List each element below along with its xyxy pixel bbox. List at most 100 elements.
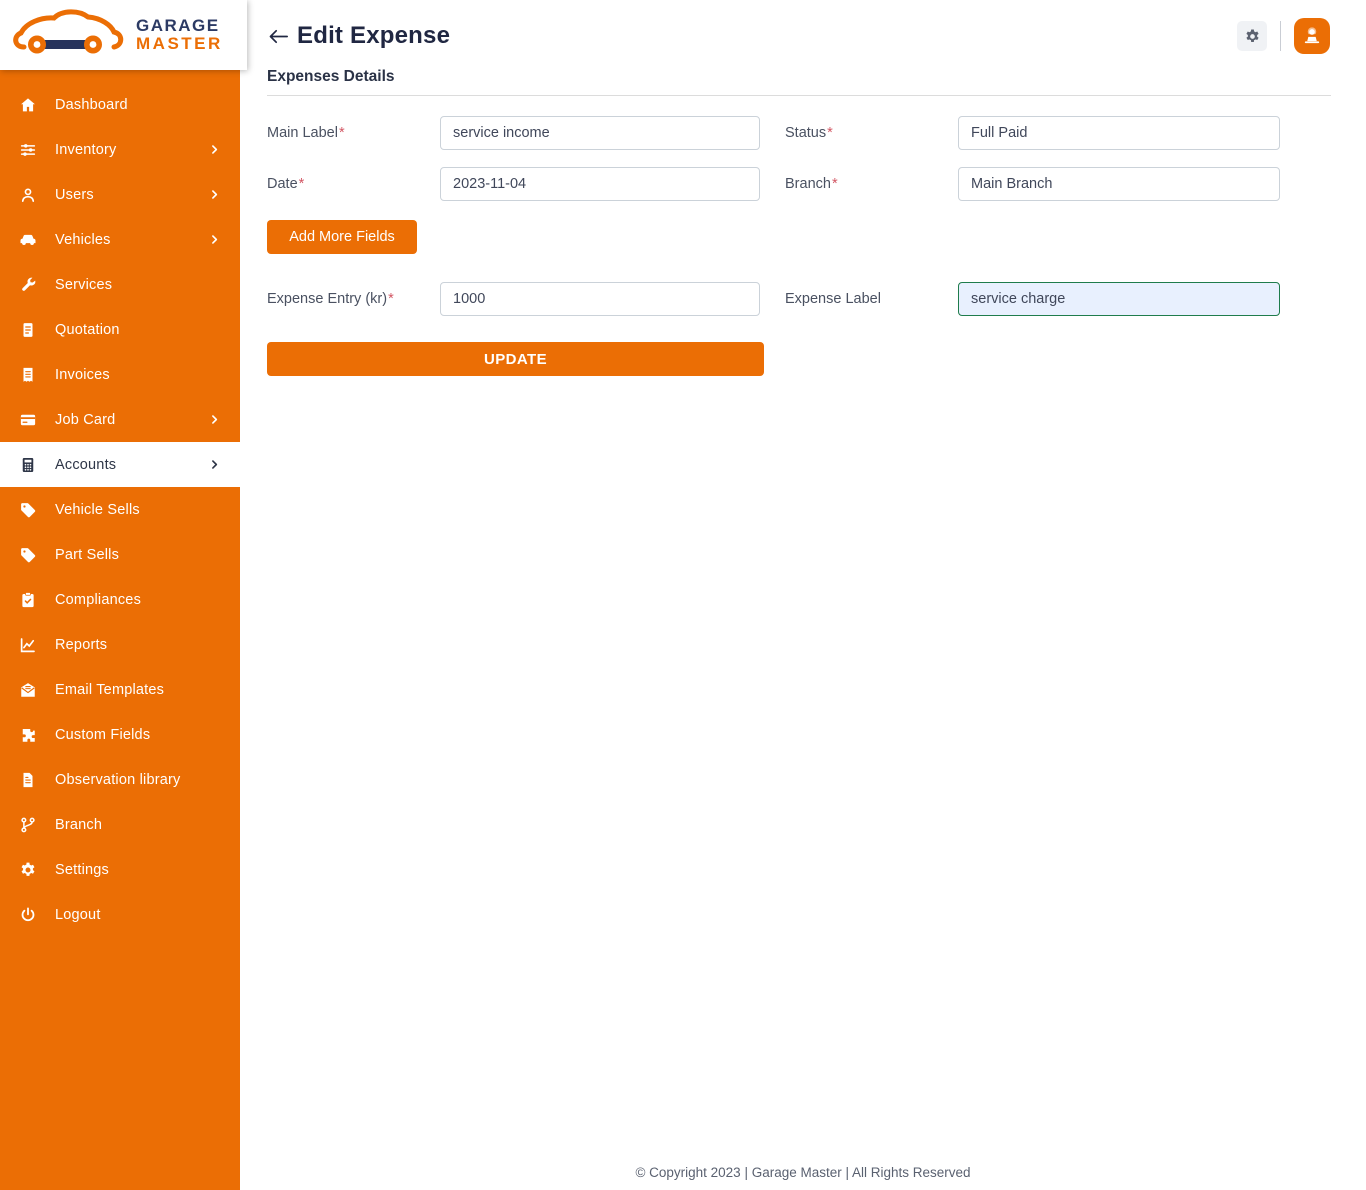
date-label: Date*	[267, 176, 305, 192]
sidebar-item-vehicle-sells[interactable]: Vehicle Sells	[0, 487, 240, 532]
sidebar-item-label: Dashboard	[55, 96, 128, 113]
chevron-right-icon	[207, 414, 220, 425]
sidebar-item-label: Accounts	[55, 456, 117, 473]
required-mark: *	[831, 176, 838, 192]
settings-button[interactable]	[1237, 21, 1267, 51]
sidebar-item-branch[interactable]: Branch	[0, 802, 240, 847]
status-label: Status*	[785, 125, 833, 141]
required-mark: *	[827, 125, 833, 141]
sidebar-item-email-templates[interactable]: Email Templates	[0, 667, 240, 712]
sidebar-item-label: Vehicles	[55, 231, 111, 248]
wrench-icon	[16, 276, 40, 294]
sidebar-nav: Dashboard Inventory Users Vehicles Servi…	[0, 0, 240, 937]
sliders-icon	[16, 141, 40, 159]
expense-form-top: Main Label* Status* Date* Branch*	[267, 116, 1366, 201]
sidebar-item-dashboard[interactable]: Dashboard	[0, 82, 240, 127]
sidebar-item-compliances[interactable]: Compliances	[0, 577, 240, 622]
tag-icon	[16, 501, 40, 519]
sidebar-item-label: Services	[55, 276, 113, 293]
add-more-fields-button[interactable]: Add More Fields	[267, 220, 417, 254]
sidebar-item-settings[interactable]: Settings	[0, 847, 240, 892]
sidebar-item-services[interactable]: Services	[0, 262, 240, 307]
puzzle-icon	[16, 726, 40, 744]
sidebar-item-quotation[interactable]: Quotation	[0, 307, 240, 352]
sidebar-item-label: Users	[55, 186, 94, 203]
sidebar-item-label: Observation library	[55, 771, 181, 788]
sidebar: Dashboard Inventory Users Vehicles Servi…	[0, 0, 240, 1190]
sidebar-item-reports[interactable]: Reports	[0, 622, 240, 667]
file-icon	[16, 771, 40, 789]
gear-icon	[16, 861, 40, 879]
sidebar-item-label: Inventory	[55, 141, 117, 158]
person-at-desk-icon	[1301, 25, 1323, 47]
brand-name-top: GARAGE	[136, 16, 220, 36]
clipboard-check-icon	[16, 591, 40, 609]
status-input[interactable]	[958, 116, 1280, 150]
main-content: Edit Expense Expenses Details Main Label…	[240, 0, 1366, 1190]
expense-form-bottom: Expense Entry (kr)* Expense Label	[267, 282, 1366, 316]
brand-name: GARAGE MASTER	[136, 17, 223, 53]
sidebar-item-accounts[interactable]: Accounts	[0, 442, 240, 487]
sidebar-item-label: Branch	[55, 816, 103, 833]
topbar: Edit Expense	[240, 0, 1366, 54]
chevron-right-icon	[207, 189, 220, 200]
main-label-label: Main Label*	[267, 125, 345, 141]
sidebar-item-custom-fields[interactable]: Custom Fields	[0, 712, 240, 757]
footer-copyright: © Copyright 2023 | Garage Master | All R…	[635, 1165, 971, 1180]
tag-icon	[16, 546, 40, 564]
expense-label-input[interactable]	[958, 282, 1280, 316]
sidebar-item-label: Logout	[55, 906, 101, 923]
sidebar-item-observation-library[interactable]: Observation library	[0, 757, 240, 802]
page-title: Edit Expense	[297, 22, 451, 49]
git-branch-icon	[16, 816, 40, 834]
page-head: Edit Expense	[267, 22, 450, 50]
sidebar-item-logout[interactable]: Logout	[0, 892, 240, 937]
sidebar-item-label: Reports	[55, 636, 108, 653]
back-arrow-icon[interactable]	[267, 26, 288, 47]
home-icon	[16, 96, 40, 114]
power-icon	[16, 906, 40, 924]
sidebar-item-label: Vehicle Sells	[55, 501, 140, 518]
vertical-divider	[1280, 21, 1281, 51]
sidebar-item-label: Settings	[55, 861, 109, 878]
top-actions	[1237, 18, 1330, 54]
user-icon	[16, 186, 40, 204]
app-window: Dashboard Inventory Users Vehicles Servi…	[0, 0, 1366, 1190]
gear-icon	[1244, 28, 1261, 45]
calculator-icon	[16, 456, 40, 474]
receipt-icon	[16, 366, 40, 384]
branch-label: Branch*	[785, 176, 838, 192]
document-icon	[16, 321, 40, 339]
date-input[interactable]	[440, 167, 760, 201]
profile-button[interactable]	[1294, 18, 1330, 54]
main-label-input[interactable]	[440, 116, 760, 150]
sidebar-item-vehicles[interactable]: Vehicles	[0, 217, 240, 262]
brand-logo[interactable]: GARAGE MASTER	[0, 0, 247, 70]
branch-input[interactable]	[958, 167, 1280, 201]
update-button[interactable]: UPDATE	[267, 342, 764, 376]
sidebar-item-label: Invoices	[55, 366, 110, 383]
sidebar-item-label: Compliances	[55, 591, 142, 608]
sidebar-item-label: Custom Fields	[55, 726, 151, 743]
section-title: Expenses Details	[267, 68, 395, 85]
envelope-icon	[16, 681, 40, 699]
required-mark: *	[338, 125, 345, 141]
expense-entry-label: Expense Entry (kr)*	[267, 291, 394, 307]
chevron-right-icon	[207, 234, 220, 245]
car-icon	[16, 231, 40, 249]
brand-name-bottom: MASTER	[136, 34, 223, 53]
sidebar-item-inventory[interactable]: Inventory	[0, 127, 240, 172]
credit-card-icon	[16, 411, 40, 429]
sidebar-item-label: Job Card	[55, 411, 116, 428]
sidebar-item-users[interactable]: Users	[0, 172, 240, 217]
sidebar-item-label: Quotation	[55, 321, 120, 338]
expense-entry-input[interactable]	[440, 282, 760, 316]
sidebar-item-invoices[interactable]: Invoices	[0, 352, 240, 397]
chart-line-icon	[16, 636, 40, 654]
expense-label-label: Expense Label	[785, 291, 881, 307]
sidebar-item-label: Email Templates	[55, 681, 165, 698]
chevron-right-icon	[207, 459, 220, 470]
sidebar-item-part-sells[interactable]: Part Sells	[0, 532, 240, 577]
sidebar-item-job-card[interactable]: Job Card	[0, 397, 240, 442]
required-mark: *	[388, 291, 394, 307]
